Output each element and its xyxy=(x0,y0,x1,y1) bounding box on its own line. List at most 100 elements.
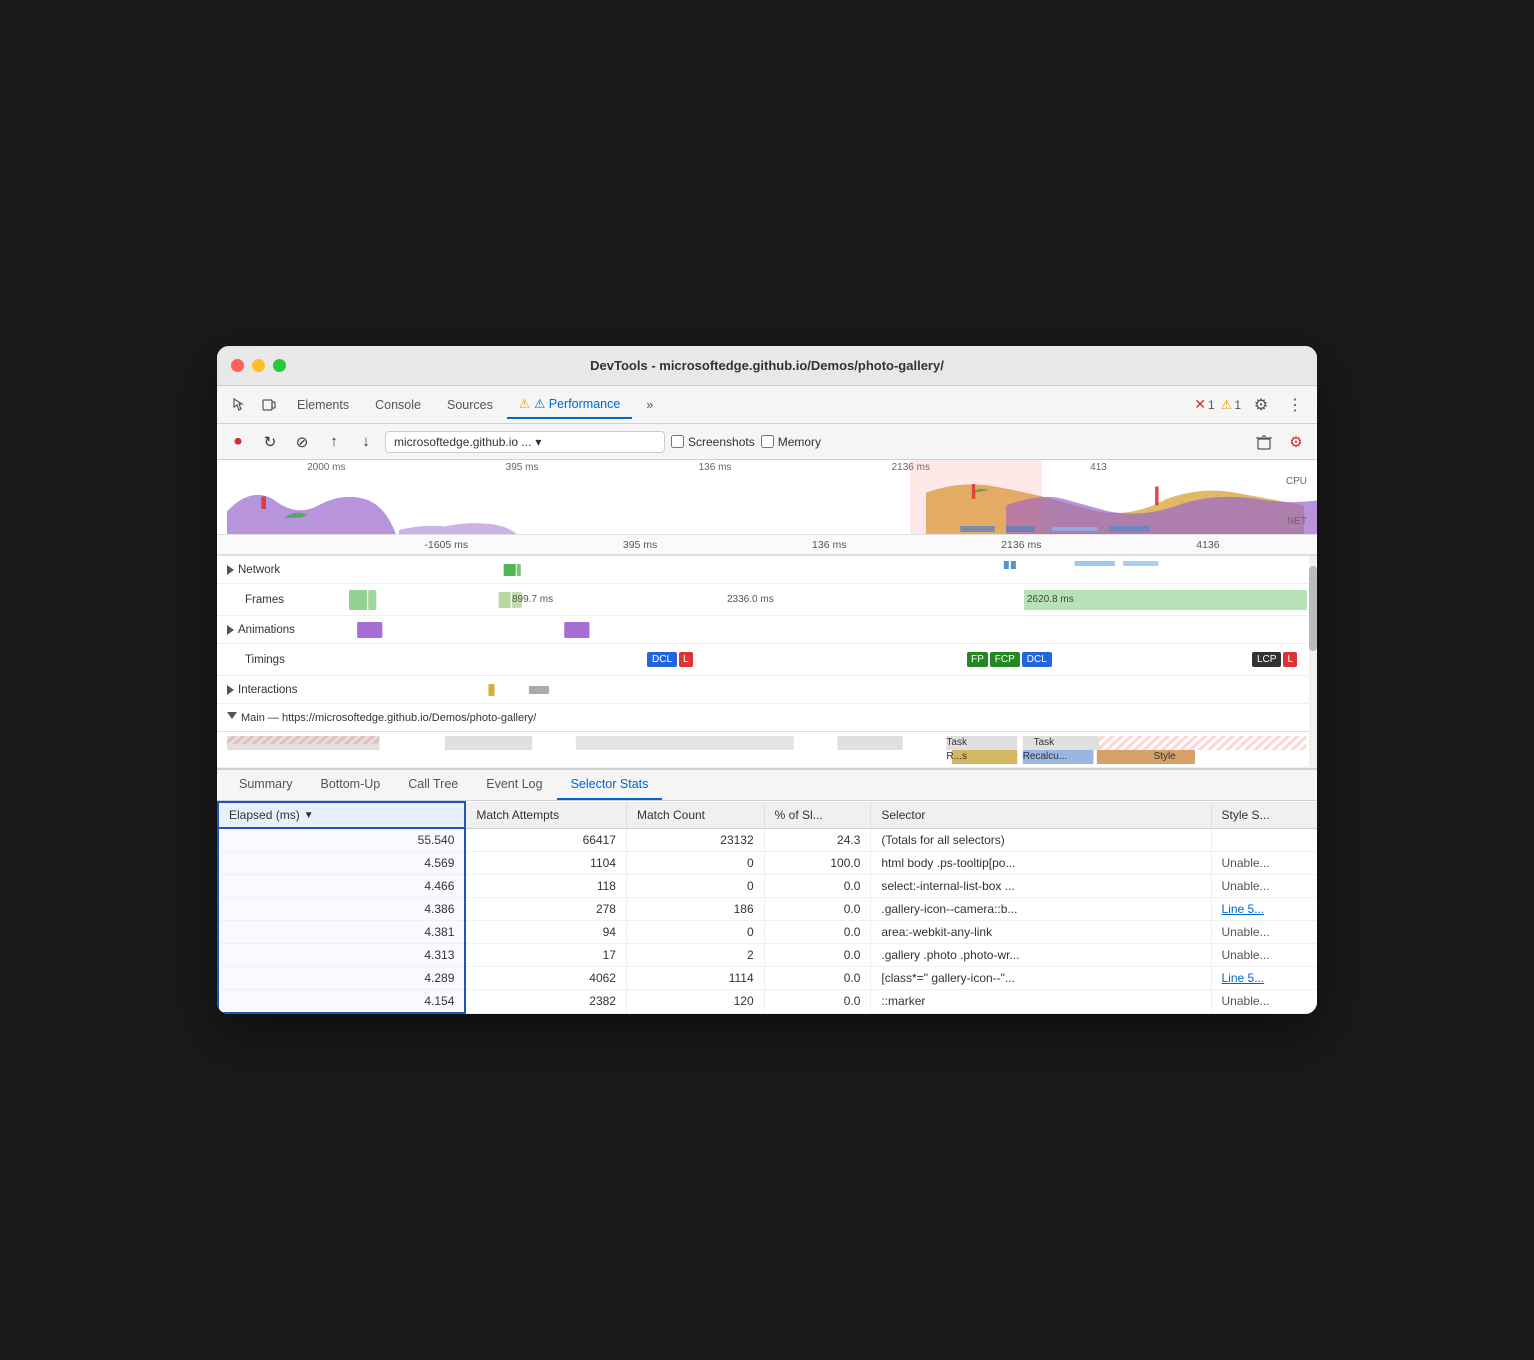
tab-more[interactable]: » xyxy=(634,392,665,418)
main-label: Main — https://microsoftedge.github.io/D… xyxy=(241,712,536,724)
pct-header[interactable]: % of Sl... xyxy=(764,802,871,828)
settings-gear-icon[interactable]: ⚙ xyxy=(1283,429,1309,455)
frames-row: Frames 899.7 ms 2336.0 xyxy=(217,584,1317,616)
toolbar: ⏺ ↻ ⊘ ↑ ↓ microsoftedge.github.io ... ▾ … xyxy=(217,424,1317,460)
pct-cell: 100.0 xyxy=(764,852,871,875)
style-cell[interactable]: Line 5... xyxy=(1211,967,1317,990)
upload-button[interactable]: ↑ xyxy=(321,429,347,455)
main-tasks-viz xyxy=(227,732,1317,768)
dcl-badge-1: DCL xyxy=(647,652,677,667)
animations-expand-icon[interactable] xyxy=(227,625,234,635)
screenshots-toggle[interactable]: Screenshots xyxy=(671,435,755,449)
network-viz xyxy=(347,556,1317,583)
main-expand-icon[interactable] xyxy=(227,712,237,724)
devtools-window: DevTools - microsoftedge.github.io/Demos… xyxy=(217,346,1317,1014)
stop-button[interactable]: ⊘ xyxy=(289,429,315,455)
bot-time-2: 136 ms xyxy=(812,539,846,551)
style-cell: Unable... xyxy=(1211,990,1317,1014)
match-count-header[interactable]: Match Count xyxy=(626,802,764,828)
memory-label: Memory xyxy=(778,435,821,449)
url-dropdown-icon[interactable]: ▾ xyxy=(535,435,541,449)
memory-checkbox[interactable] xyxy=(761,435,774,448)
garbage-collect-icon[interactable] xyxy=(1251,429,1277,455)
animations-viz xyxy=(347,616,1317,643)
record-button[interactable]: ⏺ xyxy=(225,429,251,455)
selector-cell: html body .ps-tooltip[po... xyxy=(871,852,1211,875)
elapsed-column-header[interactable]: Elapsed (ms) ▼ xyxy=(218,802,465,828)
timings-label: Timings xyxy=(245,654,285,666)
url-text: microsoftedge.github.io ... xyxy=(394,435,531,449)
interactions-viz xyxy=(347,676,1317,703)
style-cell: Unable... xyxy=(1211,921,1317,944)
fp-badge: FP xyxy=(967,652,988,667)
interactions-expand-icon[interactable] xyxy=(227,685,234,695)
inspect-icon[interactable] xyxy=(225,391,253,419)
bottom-panel: Summary Bottom-Up Call Tree Event Log Se… xyxy=(217,768,1317,1014)
refresh-button[interactable]: ↻ xyxy=(257,429,283,455)
tab-bottom-up[interactable]: Bottom-Up xyxy=(306,770,394,800)
tab-event-log[interactable]: Event Log xyxy=(472,770,556,800)
match-count-cell: 23132 xyxy=(626,828,764,852)
screenshots-label: Screenshots xyxy=(688,435,755,449)
device-icon[interactable] xyxy=(255,391,283,419)
table-row: 4.154 2382 120 0.0 ::marker Unable... xyxy=(218,990,1317,1014)
animations-label: Animations xyxy=(238,624,295,636)
style-cell[interactable]: Line 5... xyxy=(1211,898,1317,921)
tab-elements[interactable]: Elements xyxy=(285,392,361,418)
main-tasks-row: Task Task R...s Recalcu... Style xyxy=(217,732,1317,768)
table-row: 4.569 1104 0 100.0 html body .ps-tooltip… xyxy=(218,852,1317,875)
tab-sources[interactable]: Sources xyxy=(435,392,505,418)
match-attempts-cell: 66417 xyxy=(465,828,626,852)
table-row: 55.540 66417 23132 24.3 (Totals for all … xyxy=(218,828,1317,852)
lcp-badge: LCP xyxy=(1252,652,1281,667)
screenshots-checkbox[interactable] xyxy=(671,435,684,448)
sort-desc-icon: ▼ xyxy=(304,810,314,821)
frames-label: Frames xyxy=(245,594,284,606)
network-expand-icon[interactable] xyxy=(227,565,234,575)
table-row: 4.381 94 0 0.0 area:-webkit-any-link Una… xyxy=(218,921,1317,944)
memory-toggle[interactable]: Memory xyxy=(761,435,821,449)
close-button[interactable] xyxy=(231,359,244,372)
selector-header[interactable]: Selector xyxy=(871,802,1211,828)
pct-cell: 0.0 xyxy=(764,875,871,898)
frame-time-2: 2336.0 ms xyxy=(727,594,774,605)
tab-console[interactable]: Console xyxy=(363,392,433,418)
bot-time-1: 395 ms xyxy=(623,539,657,551)
network-row: Network xyxy=(217,556,1317,584)
l-badge-2: L xyxy=(1283,652,1297,667)
tab-selector-stats[interactable]: Selector Stats xyxy=(557,770,663,800)
style-cell: Unable... xyxy=(1211,852,1317,875)
more-options-icon[interactable]: ⋮ xyxy=(1281,391,1309,419)
interactions-label: Interactions xyxy=(238,684,297,696)
network-label: Network xyxy=(238,564,280,576)
table-header: Elapsed (ms) ▼ Match Attempts Match Coun… xyxy=(218,802,1317,828)
pct-cell: 0.0 xyxy=(764,921,871,944)
match-attempts-cell: 2382 xyxy=(465,990,626,1014)
bot-time-0: -1605 ms xyxy=(424,539,468,551)
window-title: DevTools - microsoftedge.github.io/Demos… xyxy=(590,358,944,373)
match-attempts-header[interactable]: Match Attempts xyxy=(465,802,626,828)
match-count-cell: 186 xyxy=(626,898,764,921)
maximize-button[interactable] xyxy=(273,359,286,372)
download-button[interactable]: ↓ xyxy=(353,429,379,455)
selector-cell: select:-internal-list-box ... xyxy=(871,875,1211,898)
task-label-2: Task xyxy=(1034,737,1055,748)
selector-cell: area:-webkit-any-link xyxy=(871,921,1211,944)
minimize-button[interactable] xyxy=(252,359,265,372)
elapsed-cell: 4.313 xyxy=(218,944,465,967)
tab-performance[interactable]: ⚠ ⚠ Performance xyxy=(507,390,632,419)
match-count-cell: 2 xyxy=(626,944,764,967)
tab-summary[interactable]: Summary xyxy=(225,770,306,800)
dcl-badge-2: DCL xyxy=(1022,652,1052,667)
tab-right-area: ✕ 1 ⚠ 1 ⚙ ⋮ xyxy=(1194,391,1309,419)
tab-call-tree[interactable]: Call Tree xyxy=(394,770,472,800)
animations-row: Animations xyxy=(217,616,1317,644)
settings-icon[interactable]: ⚙ xyxy=(1247,391,1275,419)
style-header[interactable]: Style S... xyxy=(1211,802,1317,828)
time-marker-1: 395 ms xyxy=(506,462,539,473)
timings-row: Timings DCL L FP FCP DCL xyxy=(217,644,1317,676)
selector-cell: .gallery-icon--camera::b... xyxy=(871,898,1211,921)
l-badge-1: L xyxy=(679,652,693,667)
match-count-cell: 0 xyxy=(626,875,764,898)
frame-time-1: 899.7 ms xyxy=(512,594,553,605)
